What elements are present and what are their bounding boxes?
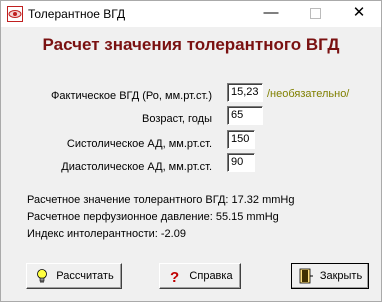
app-icon	[7, 6, 23, 22]
calculate-button-label: Рассчитать	[56, 270, 114, 282]
close-window-button[interactable]: ✕	[337, 1, 381, 27]
question-mark-icon: ?	[170, 269, 179, 284]
help-button-label: Справка	[189, 270, 233, 282]
app-window: Толерантное ВГД — ✕ Расчет значения толе…	[0, 0, 382, 302]
systolic-input[interactable]: 150	[227, 130, 255, 149]
diastolic-label: Диастолическое АД, мм.рт.ст.	[61, 161, 212, 173]
close-button-label: Закрыть	[319, 270, 363, 282]
iop-input[interactable]: 15,23	[227, 83, 263, 102]
maximize-button[interactable]	[293, 1, 337, 27]
systolic-label: Систолическое АД, мм.рт.ст.	[66, 138, 212, 150]
maximize-icon	[309, 8, 321, 19]
help-button[interactable]: ? Справка	[159, 263, 241, 289]
age-label: Возраст, годы	[141, 113, 212, 125]
door-exit-icon	[299, 268, 313, 284]
diastolic-input[interactable]: 90	[227, 153, 255, 172]
title-bar: Толерантное ВГД — ✕	[1, 1, 381, 27]
result-perfusion-pressure: Расчетное перфузионное давление: 55.15 m…	[27, 211, 279, 223]
calculate-button[interactable]: Рассчитать	[26, 263, 122, 289]
close-button[interactable]: Закрыть	[291, 263, 369, 289]
svg-text:?: ?	[170, 269, 179, 284]
iop-label: Фактическое ВГД (Ро, мм.рт.ст.)	[51, 90, 212, 102]
age-input[interactable]: 65	[227, 106, 263, 125]
optional-hint: /необязательно/	[267, 88, 350, 100]
result-intolerance-index: Индекс интолерантности: -2.09	[27, 228, 186, 240]
minimize-button[interactable]: —	[249, 1, 293, 27]
form-heading: Расчет значения толерантного ВГД	[42, 35, 340, 54]
lightbulb-icon	[37, 269, 48, 283]
window-title: Толерантное ВГД	[28, 7, 126, 21]
result-tolerant-iop: Расчетное значение толерантного ВГД: 17.…	[27, 194, 295, 206]
